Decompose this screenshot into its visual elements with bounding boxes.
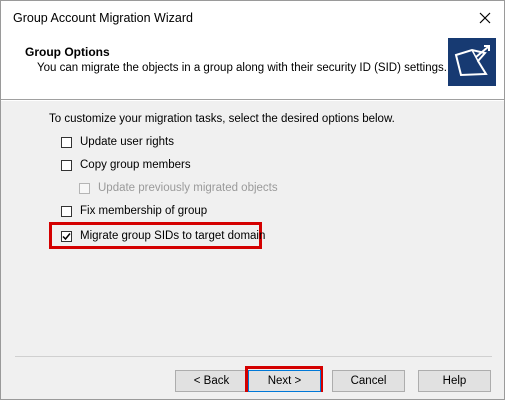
title-bar: Group Account Migration Wizard [1,1,504,35]
option-migrate-group-sids[interactable]: Migrate group SIDs to target domain [61,230,265,242]
wizard-window: Group Account Migration Wizard Group Opt… [0,0,505,400]
option-label: Fix membership of group [80,205,208,217]
cancel-button[interactable]: Cancel [332,370,405,392]
option-update-user-rights[interactable]: Update user rights [61,136,174,148]
instruction-text: To customize your migration tasks, selec… [49,113,395,125]
option-label: Copy group members [80,159,191,171]
close-button[interactable] [470,4,500,32]
copy-group-members-checkbox[interactable] [61,159,72,171]
close-icon [479,12,491,24]
footer-separator [15,356,492,357]
option-label: Migrate group SIDs to target domain [80,230,266,242]
option-label: Update user rights [80,136,174,148]
page-subtitle: You can migrate the objects in a group a… [37,62,447,74]
migration-wizard-icon [448,38,496,86]
option-update-previously-migrated: Update previously migrated objects [79,182,278,194]
help-button[interactable]: Help [418,370,491,392]
option-copy-group-members[interactable]: Copy group members [61,159,191,171]
page-title: Group Options [25,45,110,59]
update-previously-migrated-checkbox [79,182,90,194]
window-title: Group Account Migration Wizard [13,11,193,25]
option-fix-membership[interactable]: Fix membership of group [61,205,207,217]
back-button[interactable]: < Back [175,370,248,392]
migrate-group-sids-checkbox[interactable] [61,230,72,242]
update-user-rights-checkbox[interactable] [61,136,72,148]
checkmark-icon [62,232,71,240]
wizard-header: Group Options You can migrate the object… [1,35,504,99]
next-button[interactable]: Next > [248,370,321,392]
option-label: Update previously migrated objects [98,182,278,194]
fix-membership-checkbox[interactable] [61,205,72,217]
